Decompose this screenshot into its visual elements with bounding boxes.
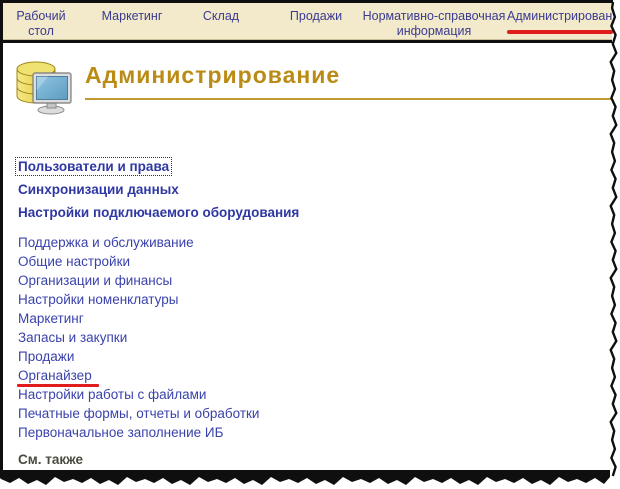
link-item[interactable]: Настройки подключаемого оборудования [18, 201, 299, 224]
secondary-links-list: Поддержка и обслуживание Общие настройки О… [17, 233, 259, 442]
link-label: Печатные формы, отчеты и обработки [18, 406, 260, 421]
link-item[interactable]: Синхронизации данных [18, 178, 299, 201]
page-title: Администрирование [85, 62, 341, 88]
tab-item[interactable]: Маркетинг [91, 9, 173, 24]
link-item[interactable]: Настройки номенклатуры [18, 290, 259, 309]
tab-item[interactable]: Продажи [281, 9, 351, 24]
primary-links-list: Пользователи и права Синхронизации данных… [15, 155, 299, 224]
link-label: Настройки работы с файлами [18, 387, 207, 402]
link-label: Маркетинг [18, 311, 84, 326]
link-label: Общие настройки [18, 254, 131, 269]
tab-item[interactable]: Администрирование [507, 9, 612, 24]
tab-item[interactable]: Нормативно-справочная информация [359, 9, 509, 39]
annotation-red-underline-tab [507, 30, 613, 34]
link-item[interactable]: Запасы и закупки [18, 328, 259, 347]
link-item[interactable]: Поддержка и обслуживание [18, 233, 259, 252]
database-computer-icon [16, 61, 72, 115]
link-item[interactable]: Органайзер [17, 366, 259, 387]
torn-edge-top [0, 0, 613, 3]
link-item[interactable]: Общие настройки [18, 252, 259, 271]
see-also-label: См. также [18, 452, 84, 467]
link-item[interactable]: Маркетинг [18, 309, 259, 328]
page-title-rule [85, 98, 612, 100]
link-item[interactable]: Первоначальное заполнение ИБ [18, 423, 259, 442]
admin-panel-content: Администрирование Пользователи и права Си… [3, 43, 612, 470]
link-item[interactable]: Организации и финансы [18, 271, 259, 290]
computer-monitor [32, 72, 72, 115]
link-label: Первоначальное заполнение ИБ [18, 425, 224, 440]
link-item[interactable]: Печатные формы, отчеты и обработки [18, 404, 259, 423]
torn-edge-left [0, 0, 3, 474]
link-label: Организации и финансы [18, 273, 173, 288]
link-label: Продажи [18, 349, 75, 364]
link-label: Органайзер [17, 366, 99, 387]
application-window: Рабочий стол Маркетинг Склад Продажи Нормати… [0, 0, 620, 489]
link-item[interactable]: Настройки работы с файлами [18, 385, 259, 404]
link-label: Пользователи и права [15, 157, 173, 176]
link-label: Синхронизации данных [18, 182, 179, 197]
link-label: Поддержка и обслуживание [18, 235, 194, 250]
link-item[interactable]: Продажи [18, 347, 259, 366]
link-label: Запасы и закупки [18, 330, 128, 345]
link-item[interactable]: Пользователи и права [15, 155, 299, 178]
section-tabs-bar: Рабочий стол Маркетинг Склад Продажи Нормати… [3, 3, 612, 40]
link-label: Настройки подключаемого оборудования [18, 205, 300, 220]
tab-item[interactable]: Рабочий стол [11, 9, 71, 39]
link-label: Настройки номенклатуры [18, 292, 179, 307]
tab-item[interactable]: Склад [189, 9, 253, 24]
